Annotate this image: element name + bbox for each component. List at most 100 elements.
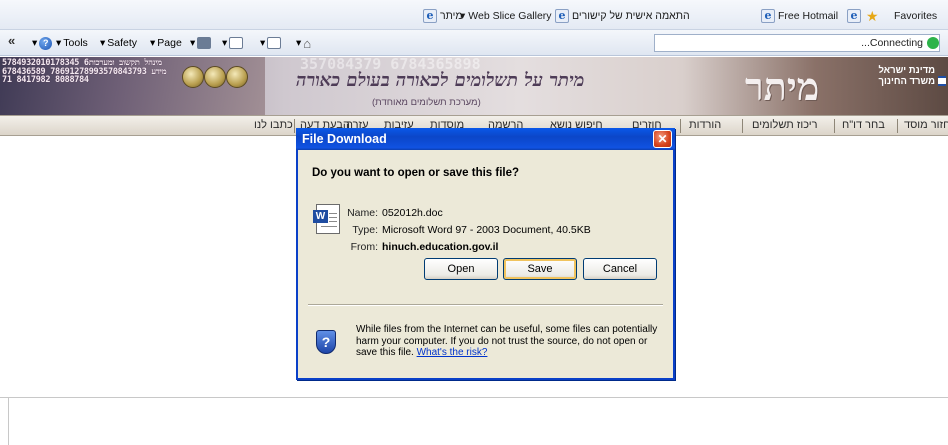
coin-icon <box>204 66 226 88</box>
file-type-label: Type: <box>352 224 378 236</box>
dropdown-icon: ▾ <box>100 37 106 49</box>
mail-button[interactable]: ▾ <box>222 35 244 51</box>
help-button[interactable]: ▾ ? <box>32 35 53 51</box>
dropdown-icon: ▾ <box>296 37 302 49</box>
favorites-label: Favorites <box>894 10 938 22</box>
feeds-icon <box>267 37 282 49</box>
safety-label: Safety <box>107 37 138 49</box>
nav-divider <box>834 119 835 133</box>
open-button[interactable]: Open <box>424 258 498 280</box>
ministry-line2: משרד החינוך <box>878 76 935 87</box>
fav-link-personal[interactable]: e התאמה אישית של קישורים <box>555 8 690 24</box>
dropdown-icon: ▾ <box>150 37 156 49</box>
dropdown-icon: ▾ <box>222 37 228 49</box>
dialog-divider <box>308 304 663 306</box>
nav-item[interactable]: בחר דו"ח <box>842 119 885 131</box>
file-type-row: Type: Microsoft Word 97 - 2003 Document, … <box>340 224 591 236</box>
site-logo[interactable]: מיתר <box>745 67 819 107</box>
home-icon: ⌂ <box>303 35 312 51</box>
security-shield-icon: ? <box>316 330 336 354</box>
safety-menu[interactable]: ▾ Safety <box>100 35 137 51</box>
browser-window: e מיתר ▾ Web Slice Gallery e התאמה אישית… <box>0 0 948 445</box>
nav-item[interactable]: הורדות <box>689 119 721 131</box>
banner-digits: 5784932010178345 6מינהל תקשוב ומערכות מי… <box>2 58 167 85</box>
command-bar: « ▾ ? ▾ Tools ▾ Safety ▾ Page ▾ ▾ ▾ ▾ ⌂ … <box>0 30 948 56</box>
coin-icon <box>226 66 248 88</box>
banner-subtitle: (מערכת תשלומים מאוחדת) <box>372 97 481 108</box>
ie-page-icon: e <box>423 9 437 23</box>
whats-the-risk-link[interactable]: What's the risk? <box>417 347 488 358</box>
nav-divider <box>897 119 898 133</box>
fav-link-webslice-label: Web Slice Gallery <box>468 10 552 22</box>
page-frame-rule <box>0 397 948 398</box>
word-logo-icon: W <box>313 210 328 223</box>
fav-link-mitar[interactable]: e מיתר <box>423 8 463 24</box>
doc-line <box>329 221 337 222</box>
file-name-value: 052012h.doc <box>382 207 443 219</box>
close-icon: ✕ <box>657 132 668 146</box>
doc-line <box>329 213 337 214</box>
add-favorite-button[interactable]: e <box>847 8 861 24</box>
printer-icon <box>197 37 212 49</box>
page-frame-edge <box>8 398 9 445</box>
site-banner: 5784932010178345 6מינהל תקשוב ומערכות מי… <box>0 57 948 115</box>
close-button[interactable]: ✕ <box>653 130 672 148</box>
coin-icon <box>182 66 204 88</box>
file-download-dialog: File Download ✕ Do you want to open or s… <box>296 128 675 380</box>
dropdown-icon: ▾ <box>190 37 196 49</box>
chevron-more-icon[interactable]: « <box>8 33 15 48</box>
nav-divider <box>294 119 295 133</box>
nav-item[interactable]: כתבו לנו <box>254 119 293 131</box>
dropdown-icon: ▾ <box>32 37 38 49</box>
page-label: Page <box>157 37 182 49</box>
save-button[interactable]: Save <box>503 258 577 280</box>
fav-link-personal-label: התאמה אישית של קישורים <box>572 10 690 22</box>
security-warning: While files from the Internet can be use… <box>356 324 662 359</box>
file-type-value: Microsoft Word 97 - 2003 Document, 40.5K… <box>382 224 591 236</box>
file-name-label: Name: <box>347 207 378 219</box>
word-document-icon: W <box>313 204 340 234</box>
banner-slogan: מיתר על תשלומים לכאורה בעולם כאורה <box>296 70 585 91</box>
print-button[interactable]: ▾ <box>190 35 212 51</box>
dialog-titlebar[interactable]: File Download ✕ <box>296 128 675 150</box>
ministry-logo: מדינת ישראל משרד החינוך <box>876 65 948 87</box>
doc-line <box>321 226 337 227</box>
nav-item[interactable]: חזור מוסד <box>904 119 948 131</box>
dialog-title: File Download <box>302 132 387 146</box>
file-from-row: From: hinuch.education.gov.il <box>340 241 499 253</box>
ie-page-icon: e <box>555 9 569 23</box>
page-menu[interactable]: ▾ Page <box>150 35 182 51</box>
tab-status-box[interactable]: ...Connecting <box>654 34 940 52</box>
file-name-row: Name: 052012h.doc <box>340 207 443 219</box>
fav-link-hotmail[interactable]: e Free Hotmail <box>761 8 838 24</box>
help-icon: ? <box>39 36 53 50</box>
dropdown-icon: ▾ <box>56 37 62 49</box>
fav-link-webslice[interactable]: ▾ Web Slice Gallery <box>460 8 552 24</box>
favorites-button[interactable]: Favorites <box>894 8 937 24</box>
nav-divider <box>680 119 681 133</box>
tab-status-text: ...Connecting <box>861 37 923 49</box>
israel-flag-icon <box>938 76 946 86</box>
dialog-question: Do you want to open or save this file? <box>312 167 520 179</box>
doc-line <box>329 217 337 218</box>
cancel-button[interactable]: Cancel <box>583 258 657 280</box>
security-warning-text: While files from the Internet can be use… <box>356 324 658 358</box>
dropdown-icon: ▾ <box>260 37 266 49</box>
feeds-button[interactable]: ▾ <box>260 35 282 51</box>
tools-label: Tools <box>63 37 88 49</box>
star-icon: ★ <box>866 8 879 24</box>
nav-divider <box>742 119 743 133</box>
ie-page-icon: e <box>847 9 861 23</box>
banner-left-art: 5784932010178345 6מינהל תקשוב ומערכות מי… <box>0 57 265 115</box>
tools-menu[interactable]: ▾ Tools <box>56 35 88 51</box>
file-from-value: hinuch.education.gov.il <box>382 241 499 253</box>
home-button[interactable]: ▾ ⌂ <box>296 35 311 51</box>
webslice-dropdown-icon: ▾ <box>460 10 466 22</box>
loading-icon <box>927 37 939 49</box>
ie-page-icon: e <box>761 9 775 23</box>
fav-link-hotmail-label: Free Hotmail <box>778 10 839 22</box>
favorites-star-button[interactable]: ★ <box>866 8 879 24</box>
favorites-bar: e מיתר ▾ Web Slice Gallery e התאמה אישית… <box>0 0 948 30</box>
nav-item[interactable]: ריכוז תשלומים <box>752 119 818 131</box>
file-from-label: From: <box>350 241 378 253</box>
